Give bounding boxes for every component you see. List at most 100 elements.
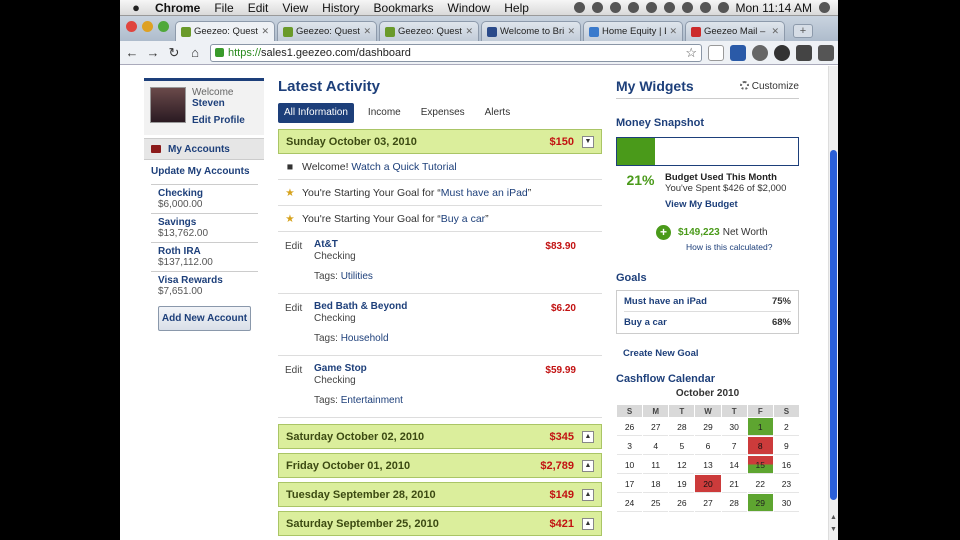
calendar-day[interactable]: 19 xyxy=(669,475,695,493)
calendar-day[interactable]: 17 xyxy=(617,475,643,493)
tag-link[interactable]: Household xyxy=(341,333,389,344)
goal-item[interactable]: Buy a car 68% xyxy=(624,312,791,333)
filter-income[interactable]: Income xyxy=(362,103,407,123)
browser-tab[interactable]: Geezeo: Questions✕ xyxy=(277,21,377,41)
calendar-day[interactable]: 3 xyxy=(617,437,643,455)
add-new-account-button[interactable]: Add New Account xyxy=(158,306,251,331)
update-accounts-link[interactable]: Update My Accounts xyxy=(151,166,264,177)
calendar-day[interactable]: 26 xyxy=(669,494,695,512)
calendar-day[interactable]: 11 xyxy=(643,456,669,474)
close-tab-icon[interactable]: ✕ xyxy=(669,26,677,37)
new-tab-button[interactable]: + xyxy=(793,24,813,38)
calendar-day-income[interactable]: 29 xyxy=(747,494,773,512)
plus-icon[interactable]: + xyxy=(656,225,671,240)
account-name[interactable]: Checking xyxy=(158,189,251,199)
goal-name[interactable]: Must have an iPad xyxy=(624,296,707,307)
expand-icon[interactable]: ▲ xyxy=(582,430,594,443)
calendar-day[interactable]: 27 xyxy=(643,418,669,436)
filter-all[interactable]: All Information xyxy=(278,103,354,123)
bookmark-star-icon[interactable]: ☆ xyxy=(685,45,697,61)
account-name[interactable]: Savings xyxy=(158,218,251,228)
menubar-clock[interactable]: Mon 11:14 AM xyxy=(736,1,813,15)
day-header[interactable]: Saturday October 02, 2010 $345 ▲ xyxy=(278,424,602,449)
tutorial-link[interactable]: Watch a Quick Tutorial xyxy=(351,161,456,173)
filter-alerts[interactable]: Alerts xyxy=(479,103,517,123)
tag-link[interactable]: Utilities xyxy=(341,271,373,282)
transaction-name[interactable]: Bed Bath & Beyond xyxy=(314,301,407,312)
apple-icon[interactable]: ● xyxy=(129,0,143,15)
extension-i-icon[interactable] xyxy=(708,44,724,61)
calendar-day[interactable]: 4 xyxy=(643,437,669,455)
goal-item[interactable]: Must have an iPad 75% xyxy=(624,291,791,312)
calendar-day[interactable]: 26 xyxy=(617,418,643,436)
create-goal-link[interactable]: Create New Goal xyxy=(623,348,799,359)
bluetooth-icon[interactable] xyxy=(663,2,675,13)
calendar-day[interactable]: 2 xyxy=(773,418,799,436)
battery-icon[interactable] xyxy=(717,2,729,13)
browser-tab[interactable]: Geezeo Mail – [Ge✕ xyxy=(685,21,785,41)
calendar-day[interactable]: 25 xyxy=(643,494,669,512)
calendar-day[interactable]: 5 xyxy=(669,437,695,455)
status-icon-3[interactable] xyxy=(609,2,621,13)
calendar-day[interactable]: 12 xyxy=(669,456,695,474)
extension-globe-icon[interactable] xyxy=(752,44,768,61)
menu-app[interactable]: Chrome xyxy=(155,1,200,15)
menu-help[interactable]: Help xyxy=(504,1,529,15)
calendar-day[interactable]: 6 xyxy=(695,437,721,455)
account-name[interactable]: Visa Rewards xyxy=(158,276,251,286)
transaction-name[interactable]: At&T xyxy=(314,239,338,250)
expand-icon[interactable]: ▲ xyxy=(582,488,594,501)
account-name[interactable]: Roth IRA xyxy=(158,247,251,257)
account-item[interactable]: Visa Rewards $7,651.00 xyxy=(151,271,258,300)
browser-tab[interactable]: Welcome to Bridge✕ xyxy=(481,21,581,41)
transaction-name[interactable]: Game Stop xyxy=(314,363,367,374)
status-icon-2[interactable] xyxy=(591,2,603,13)
calendar-day[interactable]: 18 xyxy=(643,475,669,493)
calendar-day[interactable]: 24 xyxy=(617,494,643,512)
day-header[interactable]: Sunday October 03, 2010 $150 ▼ xyxy=(278,129,602,154)
home-icon[interactable]: ⌂ xyxy=(186,45,204,60)
edit-transaction-link[interactable]: Edit xyxy=(285,241,302,252)
calendar-day-expense[interactable]: 8 xyxy=(747,437,773,455)
extension-mail-icon[interactable] xyxy=(730,44,746,61)
menu-bookmarks[interactable]: Bookmarks xyxy=(374,1,434,15)
calendar-day[interactable]: 27 xyxy=(695,494,721,512)
collapse-icon[interactable]: ▼ xyxy=(582,135,594,148)
sync-icon[interactable] xyxy=(627,2,639,13)
close-tab-icon[interactable]: ✕ xyxy=(771,26,779,37)
calendar-day[interactable]: 7 xyxy=(721,437,747,455)
expand-icon[interactable]: ▲ xyxy=(582,517,594,530)
calendar-day[interactable]: 16 xyxy=(773,456,799,474)
menu-file[interactable]: File xyxy=(214,1,233,15)
calendar-day[interactable]: 28 xyxy=(669,418,695,436)
browser-tab[interactable]: Home Equity | Loan✕ xyxy=(583,21,683,41)
back-icon[interactable]: ← xyxy=(123,45,141,60)
extension-chat-icon[interactable] xyxy=(774,44,790,61)
calendar-day[interactable]: 22 xyxy=(747,475,773,493)
spotlight-icon[interactable] xyxy=(819,2,830,13)
tag-link[interactable]: Entertainment xyxy=(341,395,403,406)
goal-link[interactable]: Must have an iPad xyxy=(441,187,528,199)
calendar-day-expense[interactable]: 20 xyxy=(695,475,721,493)
close-tab-icon[interactable]: ✕ xyxy=(261,26,269,37)
menu-view[interactable]: View xyxy=(282,1,308,15)
filter-expenses[interactable]: Expenses xyxy=(415,103,471,123)
how-calculated-link[interactable]: How is this calculated? xyxy=(686,242,799,252)
calendar-day[interactable]: 13 xyxy=(695,456,721,474)
wrench-icon[interactable] xyxy=(818,44,834,61)
page-scrollbar[interactable]: ▲ ▼ xyxy=(828,66,838,540)
edit-transaction-link[interactable]: Edit xyxy=(285,365,302,376)
avatar[interactable] xyxy=(150,87,186,123)
reload-icon[interactable]: ↻ xyxy=(165,45,183,61)
close-tab-icon[interactable]: ✕ xyxy=(567,26,575,37)
scrollbar-thumb[interactable] xyxy=(830,150,837,500)
volume-icon[interactable] xyxy=(699,2,711,13)
calendar-day[interactable]: 9 xyxy=(773,437,799,455)
account-item[interactable]: Checking $6,000.00 xyxy=(151,184,258,213)
day-header[interactable]: Friday October 01, 2010 $2,789 ▲ xyxy=(278,453,602,478)
account-item[interactable]: Savings $13,762.00 xyxy=(151,213,258,242)
zoom-window-icon[interactable] xyxy=(158,21,169,32)
minimize-window-icon[interactable] xyxy=(142,21,153,32)
day-header[interactable]: Saturday September 25, 2010 $421 ▲ xyxy=(278,511,602,536)
wifi-icon[interactable] xyxy=(681,2,693,13)
